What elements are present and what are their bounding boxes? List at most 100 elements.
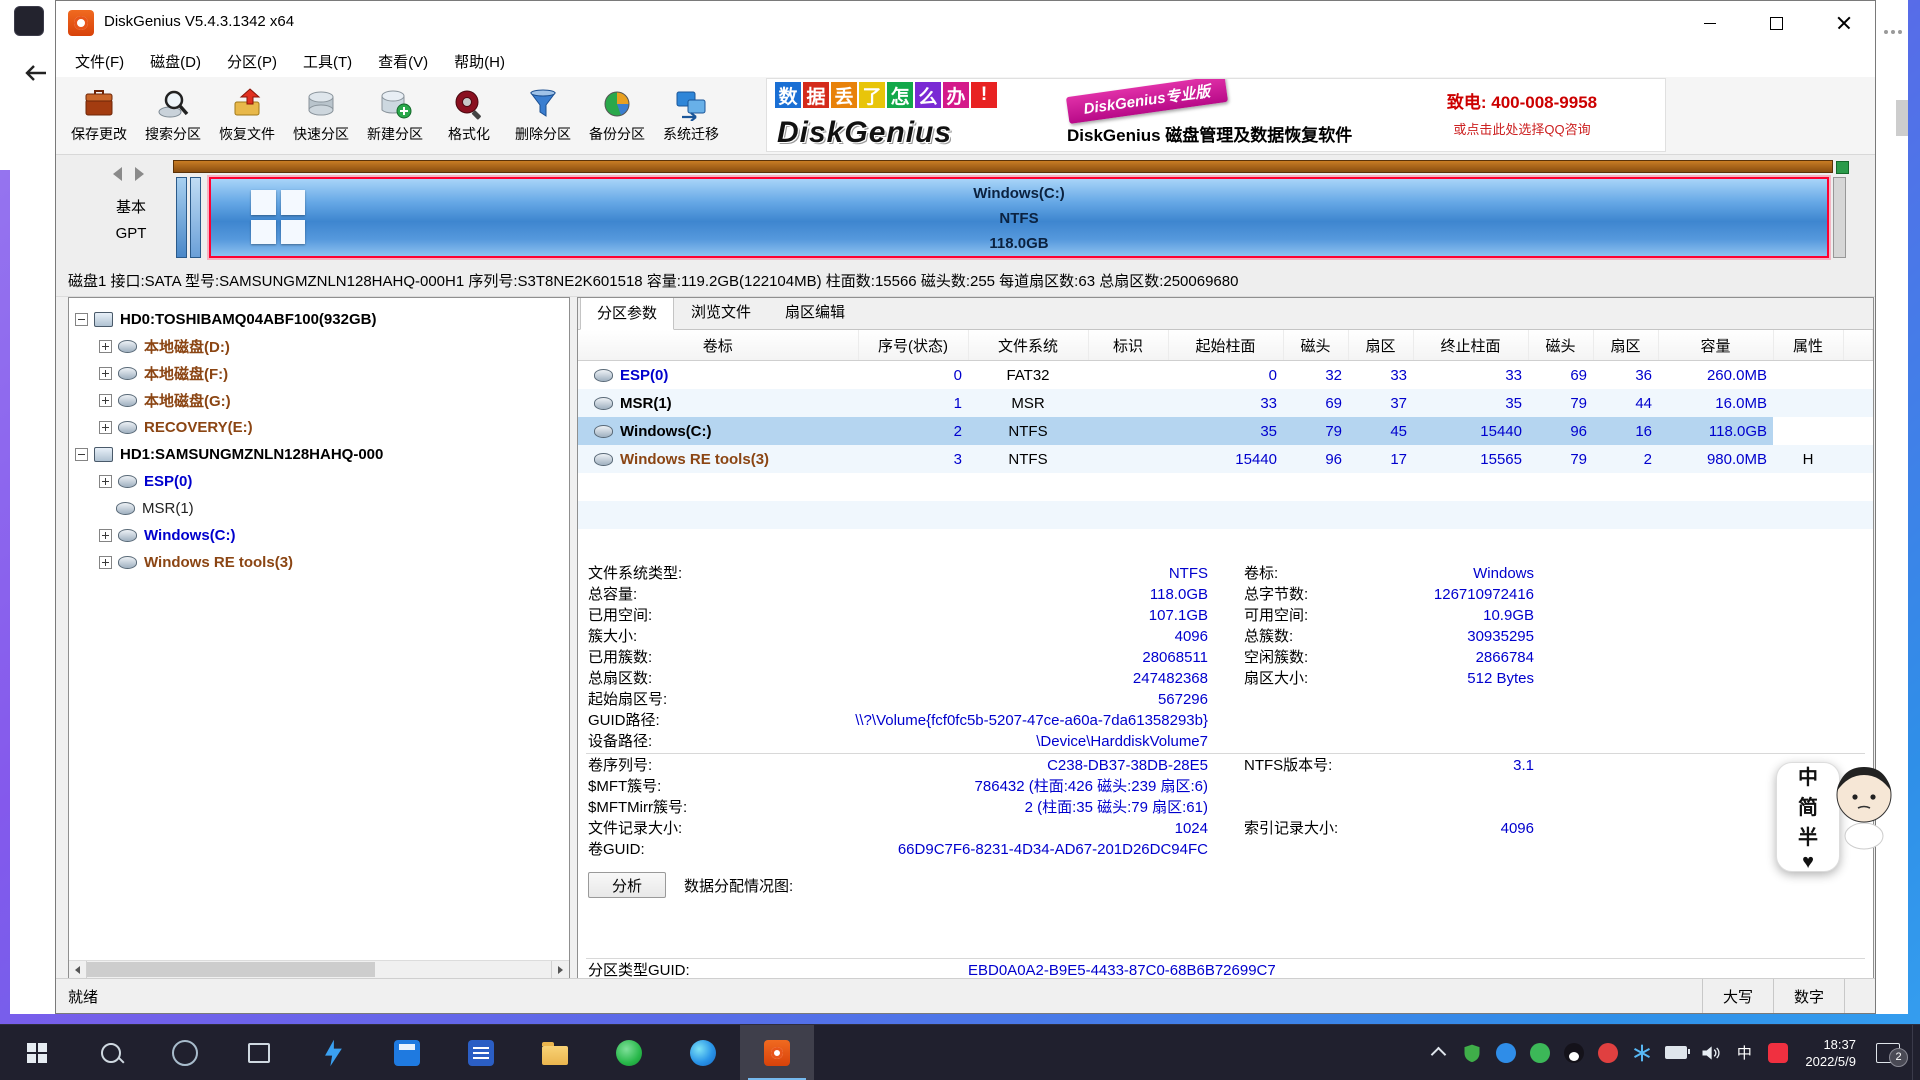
tree-item-recovery-e[interactable]: RECOVERY(E:) bbox=[69, 414, 569, 441]
backup-partition-button[interactable]: 备份分区 bbox=[580, 79, 654, 151]
table-row-esp[interactable]: ESP(0) 0 FAT32 0 32 33 33 69 36 260.0MB bbox=[578, 361, 1873, 390]
analyze-button[interactable]: 分析 bbox=[588, 872, 666, 898]
collapse-icon[interactable] bbox=[75, 448, 88, 461]
taskbar-clock[interactable]: 18:37 2022/5/9 bbox=[1795, 1036, 1866, 1070]
re-tools-partition-block[interactable] bbox=[1833, 177, 1846, 258]
taskbar-app-browser-360[interactable] bbox=[592, 1025, 666, 1080]
taskbar-app-word[interactable] bbox=[444, 1025, 518, 1080]
tab-partition-params[interactable]: 分区参数 bbox=[580, 297, 674, 330]
tab-sector-edit[interactable]: 扇区编辑 bbox=[768, 297, 862, 329]
scroll-right-button[interactable] bbox=[551, 961, 569, 978]
column-header[interactable]: 序号(状态) bbox=[858, 330, 968, 361]
collapse-icon[interactable] bbox=[75, 313, 88, 326]
column-header[interactable]: 终止柱面 bbox=[1413, 330, 1528, 361]
expand-icon[interactable] bbox=[99, 556, 112, 569]
ad-banner[interactable]: 数 据 丢 了 怎 么 办 ! DiskGenius DiskGenius专业版… bbox=[766, 78, 1666, 152]
recover-files-button[interactable]: 恢复文件 bbox=[210, 79, 284, 151]
next-disk-arrow-icon[interactable] bbox=[135, 167, 144, 181]
table-row-windows-re[interactable]: Windows RE tools(3) 3 NTFS 15440 96 17 1… bbox=[578, 445, 1873, 473]
quick-partition-button[interactable]: 快速分区 bbox=[284, 79, 358, 151]
volume-indicator[interactable] bbox=[1693, 1025, 1727, 1080]
esp-partition-block[interactable] bbox=[176, 177, 187, 258]
expand-icon[interactable] bbox=[99, 475, 112, 488]
save-changes-button[interactable]: 保存更改 bbox=[62, 79, 136, 151]
tree-item-esp[interactable]: ESP(0) bbox=[69, 468, 569, 495]
taskbar-search-button[interactable] bbox=[74, 1025, 148, 1080]
column-header[interactable]: 磁头 bbox=[1283, 330, 1348, 361]
delete-partition-button[interactable]: 删除分区 bbox=[506, 79, 580, 151]
expand-icon[interactable] bbox=[99, 421, 112, 434]
format-button[interactable]: 格式化 bbox=[432, 79, 506, 151]
menu-file[interactable]: 文件(F) bbox=[62, 46, 137, 77]
tray-app-blue[interactable] bbox=[1489, 1025, 1523, 1080]
taskbar-app-edge[interactable] bbox=[666, 1025, 740, 1080]
taskbar-app-store[interactable] bbox=[370, 1025, 444, 1080]
table-row-msr[interactable]: MSR(1) 1 MSR 33 69 37 35 79 44 16.0MB bbox=[578, 389, 1873, 417]
new-partition-button[interactable]: 新建分区 bbox=[358, 79, 432, 151]
task-view-button[interactable] bbox=[222, 1025, 296, 1080]
horizontal-scrollbar[interactable] bbox=[69, 960, 569, 978]
column-header[interactable]: 扇区 bbox=[1348, 330, 1413, 361]
battery-indicator[interactable] bbox=[1659, 1025, 1693, 1080]
menu-partition[interactable]: 分区(P) bbox=[214, 46, 290, 77]
tree-item-local-d[interactable]: 本地磁盘(D:) bbox=[69, 333, 569, 360]
background-scrollbar[interactable] bbox=[1896, 100, 1908, 136]
windows-c-partition-block[interactable]: Windows(C:) NTFS 118.0GB bbox=[209, 177, 1829, 258]
close-button[interactable] bbox=[1810, 1, 1877, 45]
more-options-icon[interactable] bbox=[1884, 30, 1902, 34]
column-header[interactable]: 卷标 bbox=[578, 330, 858, 361]
expand-icon[interactable] bbox=[99, 340, 112, 353]
maximize-button[interactable] bbox=[1743, 1, 1810, 45]
taskbar-app-diskgenius-active[interactable] bbox=[740, 1025, 814, 1080]
back-arrow-icon[interactable] bbox=[22, 62, 48, 89]
taskbar-app-lightning[interactable] bbox=[296, 1025, 370, 1080]
menu-help[interactable]: 帮助(H) bbox=[441, 46, 518, 77]
tree-item-local-g[interactable]: 本地磁盘(G:) bbox=[69, 387, 569, 414]
task-view-icon bbox=[248, 1043, 270, 1063]
table-row-windows-c-selected[interactable]: Windows(C:) 2 NTFS 35 79 45 15440 96 16 … bbox=[578, 417, 1873, 445]
tray-security-shield[interactable] bbox=[1455, 1025, 1489, 1080]
column-header[interactable]: 扇区 bbox=[1593, 330, 1658, 361]
column-header[interactable]: 磁头 bbox=[1528, 330, 1593, 361]
column-header[interactable]: 容量 bbox=[1658, 330, 1773, 361]
column-header[interactable]: 文件系统 bbox=[968, 330, 1088, 361]
hidden-icons-button[interactable] bbox=[1421, 1025, 1455, 1080]
ime-indicator[interactable]: 中 bbox=[1727, 1025, 1761, 1080]
expand-icon[interactable] bbox=[99, 529, 112, 542]
cortana-button[interactable] bbox=[148, 1025, 222, 1080]
minimize-button[interactable] bbox=[1676, 1, 1743, 45]
column-header[interactable]: 标识 bbox=[1088, 330, 1168, 361]
taskbar-file-explorer[interactable] bbox=[518, 1025, 592, 1080]
column-header[interactable]: 属性 bbox=[1773, 330, 1843, 361]
scrollbar-track[interactable] bbox=[87, 961, 551, 978]
tray-snowflake[interactable] bbox=[1625, 1025, 1659, 1080]
tray-app-red[interactable] bbox=[1591, 1025, 1625, 1080]
column-header[interactable]: 起始柱面 bbox=[1168, 330, 1283, 361]
start-button[interactable] bbox=[0, 1025, 74, 1080]
scrollbar-thumb[interactable] bbox=[87, 962, 375, 977]
expand-icon[interactable] bbox=[99, 394, 112, 407]
tree-item-local-f[interactable]: 本地磁盘(F:) bbox=[69, 360, 569, 387]
tree-item-hd0[interactable]: HD0:TOSHIBAMQ04ABF100(932GB) bbox=[69, 306, 569, 333]
menu-view[interactable]: 查看(V) bbox=[365, 46, 441, 77]
msr-partition-block[interactable] bbox=[190, 177, 201, 258]
menu-disk[interactable]: 磁盘(D) bbox=[137, 46, 214, 77]
expand-icon[interactable] bbox=[99, 367, 112, 380]
menu-tools[interactable]: 工具(T) bbox=[290, 46, 365, 77]
tray-sogou[interactable] bbox=[1761, 1025, 1795, 1080]
prev-disk-arrow-icon[interactable] bbox=[113, 167, 122, 181]
scroll-left-button[interactable] bbox=[69, 961, 87, 978]
action-center-button[interactable]: 2 bbox=[1866, 1025, 1910, 1080]
tab-browse-files[interactable]: 浏览文件 bbox=[674, 297, 768, 329]
ad-qq-link[interactable]: 或点击此处选择QQ咨询 bbox=[1387, 119, 1657, 138]
tree-item-hd1[interactable]: HD1:SAMSUNGMZNLN128HAHQ-000 bbox=[69, 441, 569, 468]
tray-app-green[interactable] bbox=[1523, 1025, 1557, 1080]
search-partition-button[interactable]: 搜索分区 bbox=[136, 79, 210, 151]
system-migration-button[interactable]: 系统迁移 bbox=[654, 79, 728, 151]
ime-floating-widget[interactable]: 中 简 半 ♥ bbox=[1776, 762, 1840, 872]
show-desktop-button[interactable] bbox=[1912, 1025, 1920, 1080]
tree-item-windows-c[interactable]: Windows(C:) bbox=[69, 522, 569, 549]
tray-qq[interactable] bbox=[1557, 1025, 1591, 1080]
tree-item-windows-re[interactable]: Windows RE tools(3) bbox=[69, 549, 569, 576]
tree-item-msr[interactable]: MSR(1) bbox=[69, 495, 569, 522]
